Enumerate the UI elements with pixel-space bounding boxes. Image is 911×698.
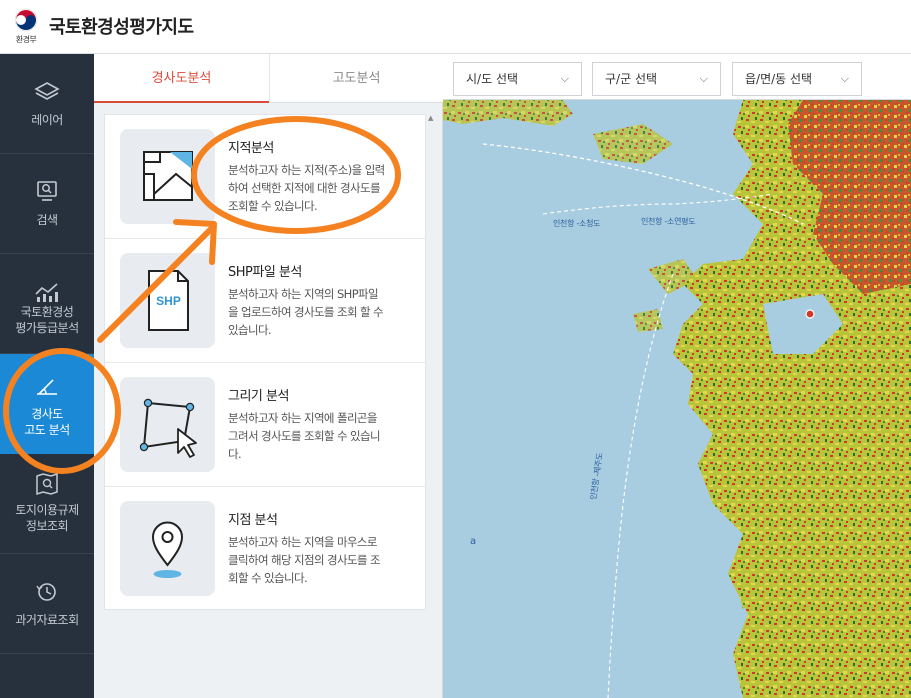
card-description: 분석하고자 하는 지역에 폴리곤을 그려서 경사도를 조회할 수 있습니 다.	[228, 411, 381, 461]
card-title: 지적분석	[228, 141, 274, 156]
map-route-label: 인천항 -소청도	[553, 219, 601, 228]
polygon-draw-icon	[139, 398, 197, 458]
location-pin-icon	[151, 521, 184, 578]
search-icon	[37, 181, 57, 201]
eupmyeondong-select[interactable]: 읍/면/동 선택 ⌵	[732, 62, 862, 96]
sidebar-item-grade-analysis[interactable]: 국토환경성 평가등급분석	[0, 254, 94, 354]
eupmyeondong-select-value: 읍/면/동 선택	[745, 72, 813, 86]
sidebar-item-search[interactable]: 검색	[0, 154, 94, 254]
map-canvas	[443, 54, 911, 698]
chart-icon	[35, 283, 58, 302]
analysis-tabs: 경사도분석 고도분석	[94, 54, 443, 103]
card-parcel-analysis[interactable]: 지적분석 분석하고자 하는 지적(주소)을 입력 하여 선택한 지적에 대한 경…	[105, 115, 425, 239]
gugun-select-value: 구/군 선택	[605, 72, 658, 86]
tab-elevation-analysis[interactable]: 고도분석	[269, 54, 443, 103]
map-search-icon	[36, 472, 58, 496]
header: 환경부 국토환경성평가지도	[0, 0, 911, 54]
sidebar-item-label: 검색	[36, 213, 58, 227]
sidebar-item-label: 국토환경성 평가등급분석	[15, 305, 79, 335]
map-marker-label: a	[470, 536, 477, 547]
layers-icon	[34, 82, 60, 100]
card-title: SHP파일 분석	[228, 265, 302, 280]
tab-slope-analysis[interactable]: 경사도분석	[94, 54, 269, 103]
card-draw-analysis[interactable]: 그리기 분석 분석하고자 하는 지역에 폴리곤을 그려서 경사도를 조회할 수 …	[105, 363, 425, 487]
chevron-down-icon: ⌵	[560, 72, 569, 85]
analysis-panel: 경사도분석 고도분석 지적분석 분석하고자 하는 지적(주소)을 입력 하여 선…	[94, 54, 463, 698]
sido-select[interactable]: 시/도 선택 ⌵	[453, 62, 582, 96]
card-title: 지점 분석	[228, 513, 278, 528]
sidebar: 레이어 검색 국토환경성 평가등급분석 경사도 고도 분석 토지이용규제 정보조…	[0, 54, 94, 698]
parcel-map-icon	[143, 151, 193, 201]
sido-select-value: 시/도 선택	[466, 72, 519, 86]
card-title: 그리기 분석	[228, 389, 289, 404]
region-select-bar: 시/도 선택 ⌵ 구/군 선택 ⌵ 읍/면/동 선택 ⌵	[443, 54, 911, 100]
sidebar-item-history[interactable]: 과거자료조회	[0, 554, 94, 654]
ministry-label: 환경부	[15, 35, 37, 44]
chevron-down-icon: ⌵	[699, 72, 708, 85]
history-icon	[36, 583, 56, 601]
card-thumbnail	[120, 129, 215, 224]
card-description: 분석하고자 하는 지적(주소)을 입력 하여 선택한 지적에 대한 경사도를 조…	[228, 163, 385, 213]
panel-scrollbar[interactable]: ▲	[428, 114, 436, 610]
sidebar-item-label: 레이어	[31, 113, 63, 127]
chevron-down-icon: ⌵	[840, 72, 849, 85]
card-shp-analysis[interactable]: SHP SHP파일 분석 분석하고자 하는 지역의 SHP파일 을 업로드하여 …	[105, 239, 425, 363]
card-thumbnail	[120, 501, 215, 596]
map-view[interactable]: 시/도 선택 ⌵ 구/군 선택 ⌵ 읍/면/동 선택 ⌵ 인천항 -소청도 인천…	[443, 54, 911, 698]
gugun-select[interactable]: 구/군 선택 ⌵	[592, 62, 721, 96]
slope-icon	[37, 379, 57, 395]
sidebar-item-land-use[interactable]: 토지이용규제 정보조회	[0, 454, 94, 554]
taegeuk-logo-icon	[14, 8, 38, 32]
map-route-label: 인천항 -소연평도	[641, 217, 696, 226]
card-thumbnail: SHP	[120, 253, 215, 348]
sidebar-item-label: 토지이용규제 정보조회	[15, 503, 79, 533]
sidebar-item-label: 경사도 고도 분석	[24, 407, 70, 437]
app-title[interactable]: 국토환경성평가지도	[49, 13, 194, 39]
card-thumbnail	[120, 377, 215, 472]
app-root: 환경부 국토환경성평가지도 레이어 검색 국토환경성 평가등급분석 경사도 고도…	[0, 0, 911, 698]
shp-badge: SHP	[156, 294, 181, 308]
card-point-analysis[interactable]: 지점 분석 분석하고자 하는 지역을 마우스로 클릭하여 해당 지점의 경사도를…	[105, 487, 425, 609]
sidebar-item-label: 과거자료조회	[15, 613, 79, 627]
card-description: 분석하고자 하는 지역을 마우스로 클릭하여 해당 지점의 경사도를 조 회할 …	[228, 535, 381, 585]
scroll-up-arrow-icon[interactable]: ▲	[428, 114, 433, 122]
card-description: 분석하고자 하는 지역의 SHP파일 을 업로드하여 경사도를 조회 할 수 있…	[228, 287, 384, 337]
shp-file-icon: SHP	[148, 270, 189, 331]
sidebar-item-layers[interactable]: 레이어	[0, 54, 94, 154]
sidebar-item-slope-elevation[interactable]: 경사도 고도 분석	[0, 354, 94, 454]
analysis-card-list: 지적분석 분석하고자 하는 지적(주소)을 입력 하여 선택한 지적에 대한 경…	[104, 114, 426, 610]
